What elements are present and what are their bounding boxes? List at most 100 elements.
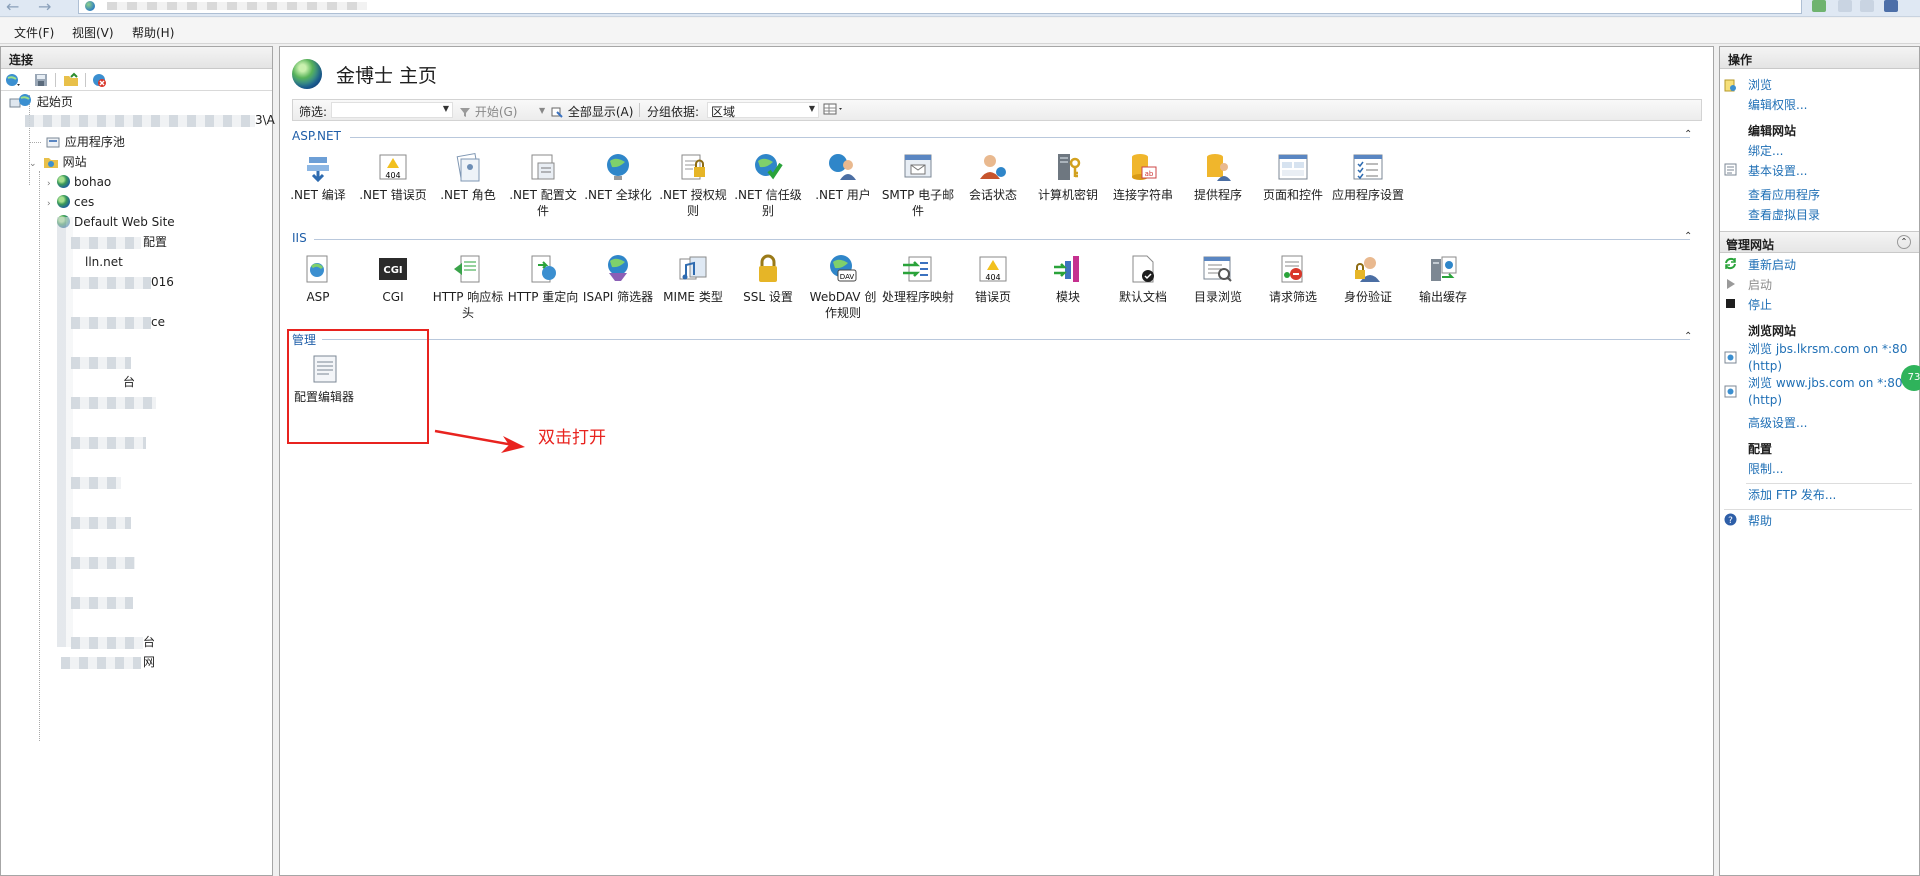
help-icon[interactable]: [1884, 0, 1898, 12]
feature-machine-key[interactable]: 计算机密钥: [1031, 151, 1105, 203]
feature-net-globalization[interactable]: .NET 全球化: [581, 151, 655, 203]
connect-globe-icon[interactable]: [5, 72, 21, 88]
show-all-button[interactable]: 全部显示(A): [551, 103, 633, 120]
address-input[interactable]: [78, 0, 1802, 14]
dropdown-arrow-icon[interactable]: ▼: [443, 104, 449, 113]
dropdown-arrow-icon[interactable]: ▼: [809, 104, 815, 113]
action-help[interactable]: 帮助: [1748, 513, 1920, 530]
view-mode-button[interactable]: [823, 103, 845, 118]
feature-http-response-headers[interactable]: HTTP 响应标头: [431, 253, 505, 321]
feature-asp[interactable]: ASP: [281, 253, 355, 305]
feature-authentication[interactable]: 身份验证: [1331, 253, 1405, 305]
action-browse-site-2-protocol[interactable]: (http): [1748, 392, 1920, 409]
action-browse-site-1[interactable]: 浏览 jbs.lkrsm.com on *:80: [1748, 341, 1920, 358]
group-by-label: 分组依据:: [647, 105, 700, 119]
chevron-right-icon[interactable]: ›: [47, 175, 57, 193]
feature-directory-browsing[interactable]: 目录浏览: [1181, 253, 1255, 305]
start-filter-button[interactable]: 开始(G): [459, 103, 518, 120]
tree-site-partial[interactable]: ce: [151, 313, 165, 331]
collapse-manage-icon[interactable]: ⌃: [1684, 331, 1692, 342]
feature-net-roles[interactable]: .NET 角色: [431, 151, 505, 203]
address-bar: ← →: [0, 0, 1920, 17]
feature-modules[interactable]: 模块: [1031, 253, 1105, 305]
action-basic-settings[interactable]: 基本设置...: [1748, 163, 1920, 180]
request-filter-icon: [1276, 253, 1310, 285]
feature-connection-strings[interactable]: ab 连接字符串: [1106, 151, 1180, 203]
tree-site-partial[interactable]: 网: [143, 653, 155, 671]
save-icon[interactable]: [33, 72, 49, 88]
collapse-icon[interactable]: ⌃: [1897, 235, 1911, 249]
menu-view[interactable]: 视图(V): [72, 24, 114, 41]
action-restart[interactable]: 重新启动: [1748, 257, 1920, 274]
feature-net-users[interactable]: .NET 用户: [806, 151, 880, 203]
action-add-ftp[interactable]: 添加 FTP 发布...: [1748, 487, 1920, 504]
feature-net-authorization[interactable]: .NET 授权规则: [656, 151, 730, 219]
tree-site-partial[interactable]: 配置: [143, 233, 167, 251]
menu-file[interactable]: 文件(F): [14, 24, 54, 41]
chevron-right-icon[interactable]: ›: [47, 195, 57, 213]
feature-smtp-email[interactable]: SMTP 电子邮件: [881, 151, 955, 219]
up-folder-icon[interactable]: [63, 72, 79, 88]
action-browse[interactable]: 浏览: [1748, 77, 1920, 94]
feature-mime-types[interactable]: MIME 类型: [656, 253, 730, 305]
feature-isapi-filters[interactable]: ISAPI 筛选器: [581, 253, 655, 305]
feature-cgi[interactable]: CGI CGI: [356, 253, 430, 305]
feature-ssl-settings[interactable]: SSL 设置: [731, 253, 805, 305]
chevron-down-icon[interactable]: ⌄: [29, 155, 39, 173]
menu-help[interactable]: 帮助(H): [132, 24, 174, 41]
tree-site-partial[interactable]: 016: [151, 273, 174, 291]
refresh-icon[interactable]: [1812, 0, 1826, 12]
tree-site-partial[interactable]: 台: [123, 373, 135, 391]
users-icon: [826, 151, 860, 183]
feature-pages-controls[interactable]: 页面和控件: [1256, 151, 1330, 203]
tree-app-pools[interactable]: 应用程序池: [45, 133, 125, 151]
action-browse-site-2[interactable]: 浏览 www.jbs.com on *:80: [1748, 375, 1920, 392]
tree-site-partial[interactable]: lln.net: [85, 253, 123, 271]
page-icon[interactable]: [1860, 0, 1874, 12]
tree-site-ces[interactable]: › ces: [47, 193, 94, 211]
action-start[interactable]: 启动: [1748, 277, 1920, 294]
feature-net-trust-levels[interactable]: .NET 信任级别: [731, 151, 805, 219]
tree-site-default[interactable]: Default Web Site: [57, 213, 175, 231]
collapse-iis-icon[interactable]: ⌃: [1684, 231, 1692, 242]
feature-net-profile[interactable]: .NET 配置文件: [506, 151, 580, 219]
server-node-blurred[interactable]: [25, 115, 255, 127]
cgi-icon: CGI: [376, 253, 410, 285]
action-view-vdirs[interactable]: 查看虚拟目录: [1748, 207, 1920, 224]
feature-webdav-authoring[interactable]: DAV WebDAV 创作规则: [806, 253, 880, 321]
tree-start-page[interactable]: 起始页: [9, 93, 73, 111]
feature-output-caching[interactable]: 输出缓存: [1406, 253, 1480, 305]
session-icon: [976, 151, 1010, 183]
feature-request-filtering[interactable]: 请求筛选: [1256, 253, 1330, 305]
feature-net-error-pages[interactable]: 404 .NET 错误页: [356, 151, 430, 203]
action-view-apps[interactable]: 查看应用程序: [1748, 187, 1920, 204]
feature-net-compilation[interactable]: .NET 编译: [281, 151, 355, 203]
feature-error-pages[interactable]: 404 错误页: [956, 253, 1030, 305]
stop-icon[interactable]: [1838, 0, 1852, 12]
disconnect-icon[interactable]: [91, 72, 107, 88]
action-advanced-settings[interactable]: 高级设置...: [1748, 415, 1920, 432]
collapse-aspnet-icon[interactable]: ⌃: [1684, 129, 1692, 140]
blurred-site-name: [71, 397, 156, 409]
action-limits[interactable]: 限制...: [1748, 461, 1920, 478]
tree-sites[interactable]: ⌄ 网站: [29, 153, 87, 171]
feature-providers[interactable]: 提供程序: [1181, 151, 1255, 203]
action-browse-site-1-protocol[interactable]: (http): [1748, 358, 1920, 375]
back-arrow-icon[interactable]: ←: [6, 0, 19, 16]
forward-arrow-icon[interactable]: →: [38, 0, 51, 16]
action-stop[interactable]: 停止: [1748, 297, 1920, 314]
feature-session-state[interactable]: 会话状态: [956, 151, 1030, 203]
feature-app-settings[interactable]: 应用程序设置: [1331, 151, 1405, 203]
server-suffix: 3\A: [255, 113, 275, 127]
feature-default-document[interactable]: 默认文档: [1106, 253, 1180, 305]
action-edit-permissions[interactable]: 编辑权限...: [1748, 97, 1920, 114]
dropdown-arrow-icon[interactable]: ▼: [539, 106, 545, 115]
feature-http-redirect[interactable]: HTTP 重定向: [506, 253, 580, 305]
action-bindings[interactable]: 绑定...: [1748, 143, 1920, 160]
tree-site-partial[interactable]: 台: [143, 633, 155, 651]
error-page-icon: 404: [976, 253, 1010, 285]
feature-handler-mappings[interactable]: 处理程序映射: [881, 253, 955, 305]
group-by-select[interactable]: 区域 ▼: [707, 102, 819, 119]
tree-site-bohao[interactable]: › bohao: [47, 173, 111, 191]
filter-input[interactable]: ▼: [331, 102, 453, 118]
